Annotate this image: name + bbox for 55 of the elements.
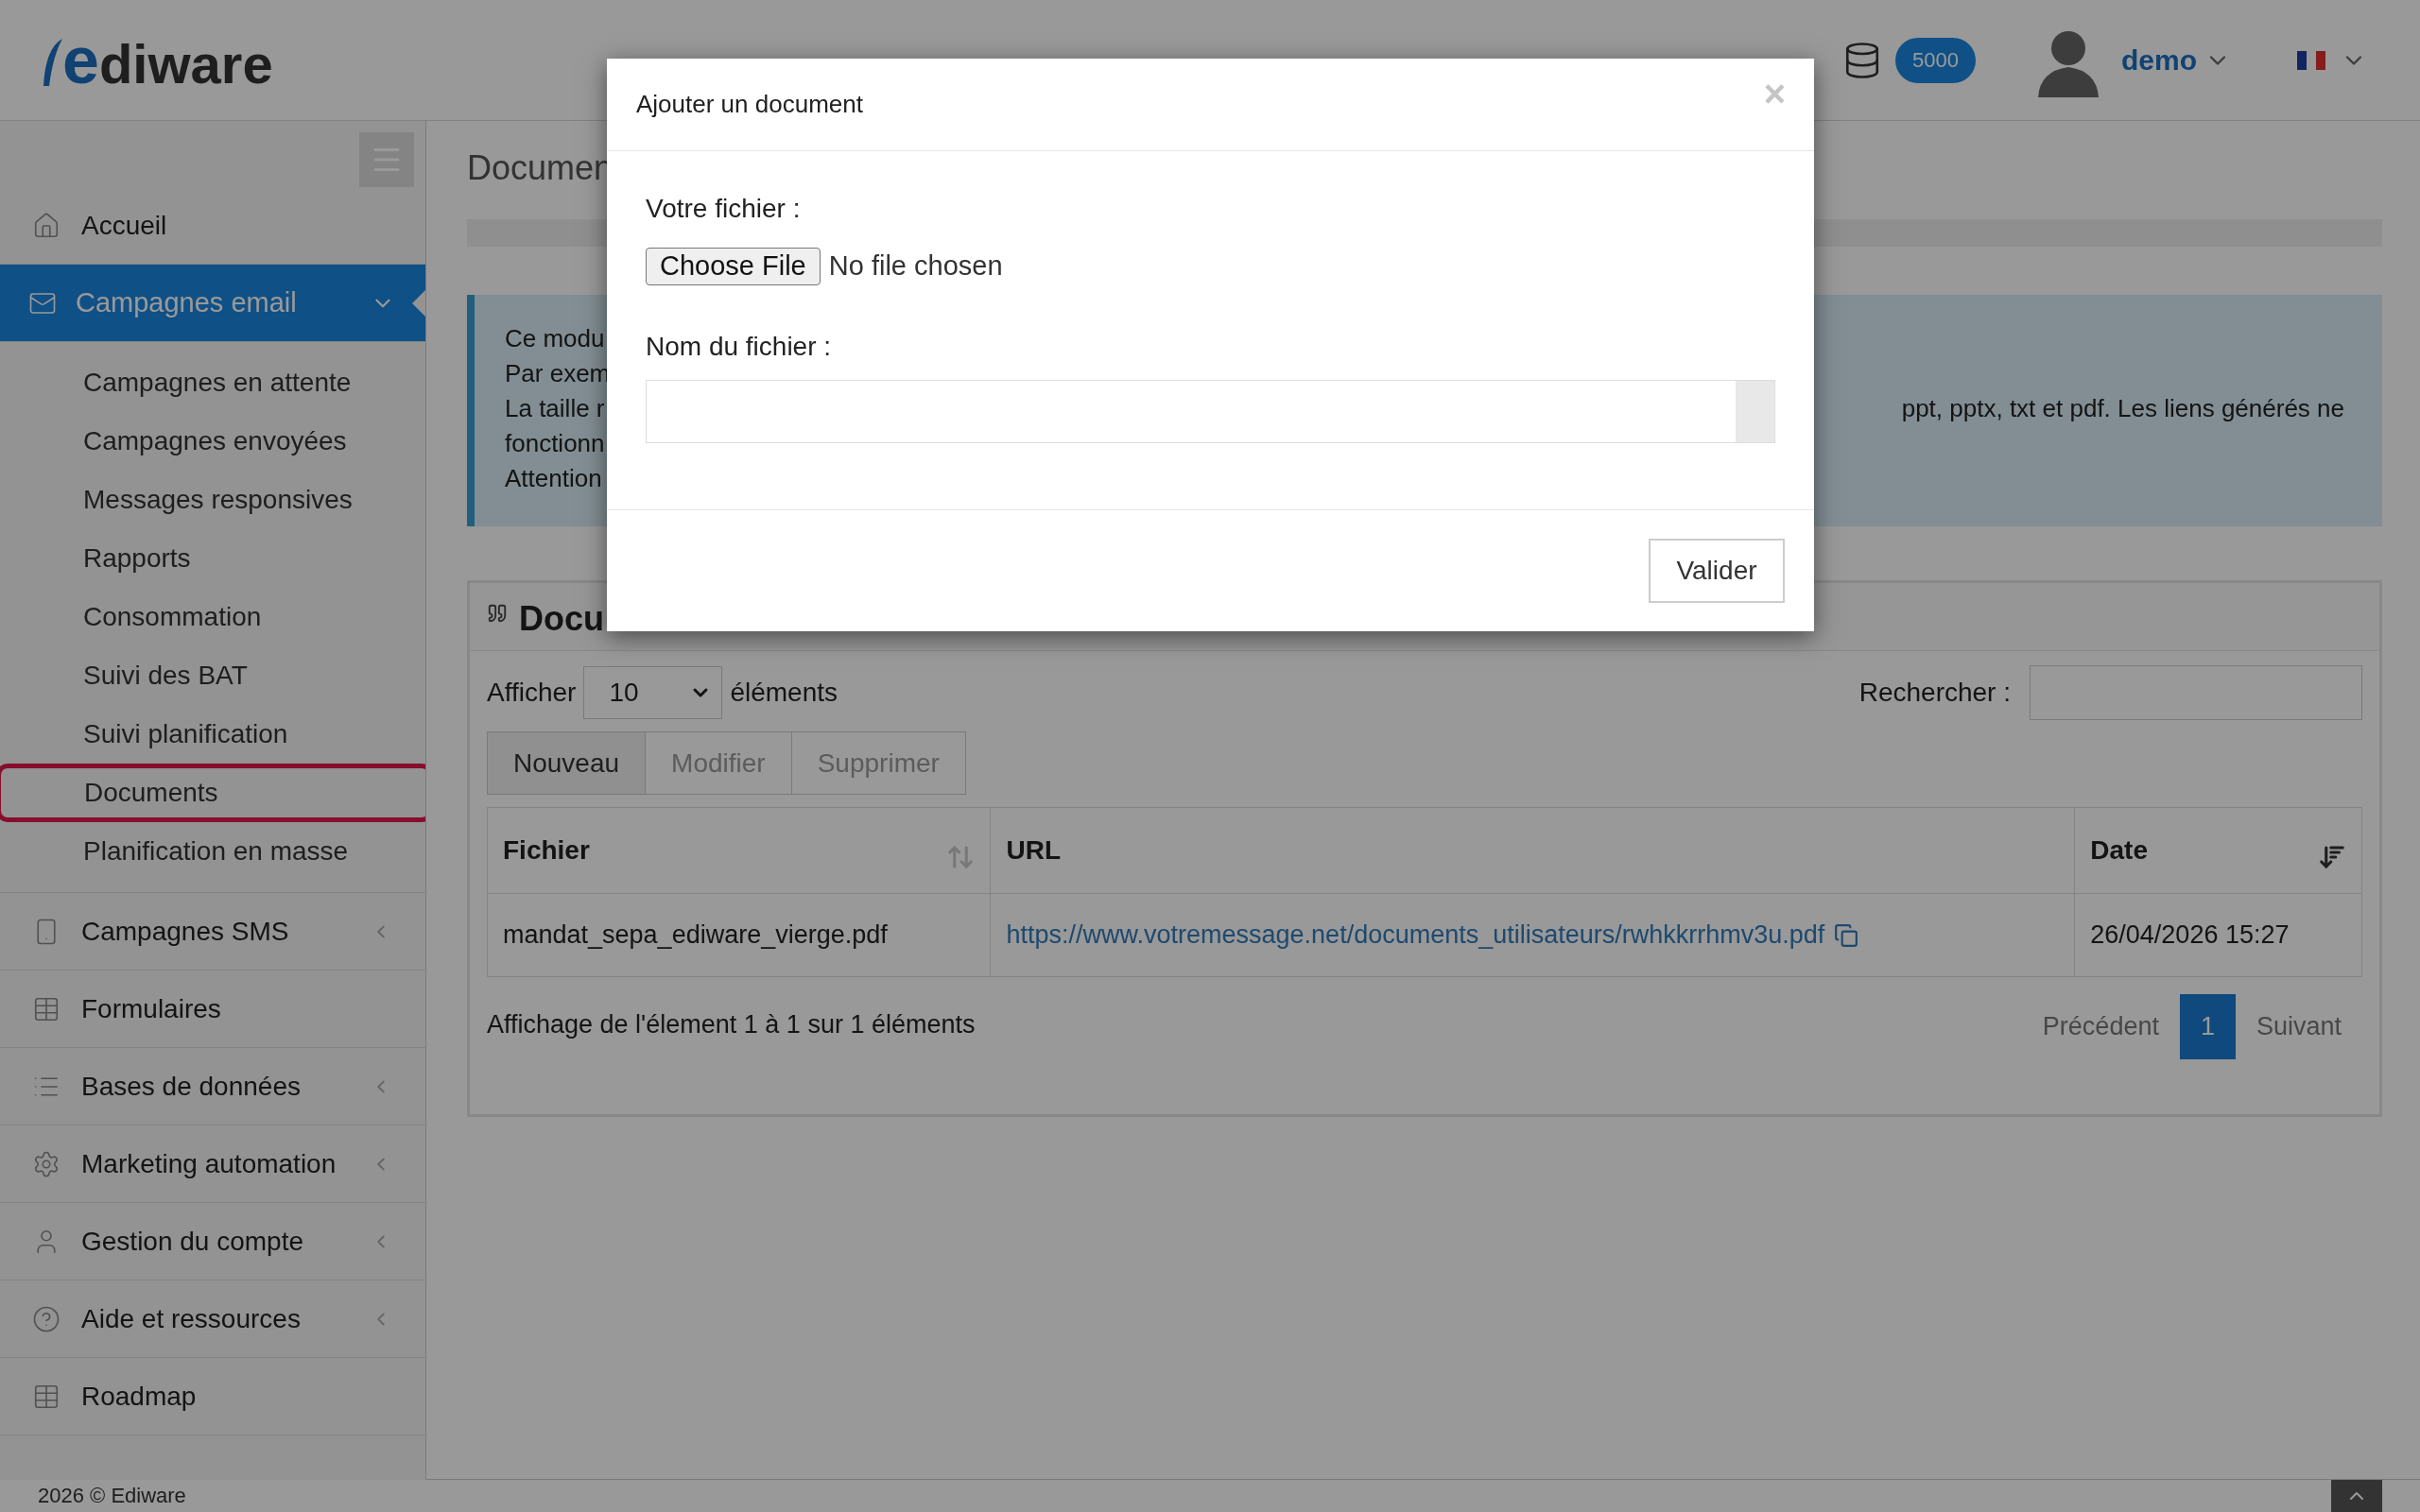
submit-button[interactable]: Valider (1649, 539, 1785, 603)
table-summary: Affichage de l'élement 1 à 1 sur 1 éléments (487, 1009, 976, 1040)
credits-badge: 5000 (1895, 37, 1976, 83)
file-name-field[interactable] (646, 379, 1775, 443)
help-icon (32, 1304, 60, 1333)
copy-icon[interactable] (1834, 922, 1859, 948)
table-cell: mandat_sepa_ediware_vierge.pdf (488, 894, 992, 976)
submenu-item[interactable]: Consommation (0, 588, 425, 646)
sidebar-item[interactable]: Roadmap (0, 1358, 425, 1435)
info-text: Ce modu (505, 323, 606, 354)
search-label: Rechercher : (1858, 677, 2011, 709)
field-label: Votre fichier : (646, 193, 802, 225)
column-header[interactable]: Fichier (488, 808, 992, 893)
column-header[interactable]: URL (991, 808, 2076, 893)
sort-descending-icon[interactable] (2318, 843, 2346, 871)
panel-title: Docu (519, 598, 604, 640)
user-menu[interactable]: demo (2121, 39, 2231, 81)
page-length-select[interactable]: 10 (583, 666, 723, 719)
toolbar-button[interactable]: Nouveau (487, 731, 647, 795)
home-icon (32, 211, 60, 240)
submenu-item[interactable]: Suivi planification (0, 705, 425, 764)
modal-title: Ajouter un document (636, 89, 863, 120)
table-cell-text: 26/04/2026 15:27 (2089, 919, 2290, 952)
page-link[interactable]: 1 (2179, 994, 2236, 1059)
info-text: La taille r (505, 393, 606, 424)
sidebar-item[interactable]: Formulaires (0, 971, 425, 1048)
info-text: fonctionn (505, 428, 606, 459)
document-link[interactable]: https://www.votremessage.net/documents_utilisateurs/rwhkkrrhmv3u.pdf (1006, 916, 1825, 954)
submenu-item[interactable]: Campagnes en attente (0, 353, 425, 412)
length-suffix: éléments (730, 677, 838, 709)
info-text: Attention (505, 463, 603, 494)
submenu-item[interactable]: Campagnes envoyées (0, 412, 425, 471)
file-status: No file chosen (828, 249, 1003, 283)
logo[interactable]: ediware (62, 26, 273, 94)
quote-icon (487, 603, 508, 624)
gears-icon (32, 1149, 60, 1178)
sidebar-item[interactable]: Campagnes email (0, 265, 425, 342)
page-title: Documen (467, 147, 614, 189)
next-link[interactable]: Suivant (2235, 1007, 2362, 1046)
scroll-top-button[interactable] (2331, 1480, 2382, 1512)
footer-text: 2026 © Ediware (38, 1484, 186, 1508)
submenu-item[interactable]: Planification en masse (0, 822, 425, 881)
submenu-item[interactable]: Suivi des BAT (0, 646, 425, 705)
column-header[interactable]: Date (2075, 808, 2361, 893)
submenu-item[interactable]: Messages responsives (0, 471, 425, 529)
length-label: Afficher (487, 677, 577, 709)
info-text: Par exem (505, 358, 611, 389)
choose-file-button[interactable]: Choose File (646, 247, 821, 285)
field-label: Nom du fichier : (646, 330, 833, 363)
previous-link[interactable]: Précédent (2021, 1007, 2180, 1046)
submenu-item[interactable]: Rapports (0, 529, 425, 588)
search-field[interactable] (2030, 665, 2362, 720)
flag-icon[interactable] (2297, 49, 2325, 71)
info-text: ppt, pptx, txt et pdf. Les liens générés ne (1901, 393, 2344, 424)
logo-swoosh-icon (42, 36, 62, 88)
